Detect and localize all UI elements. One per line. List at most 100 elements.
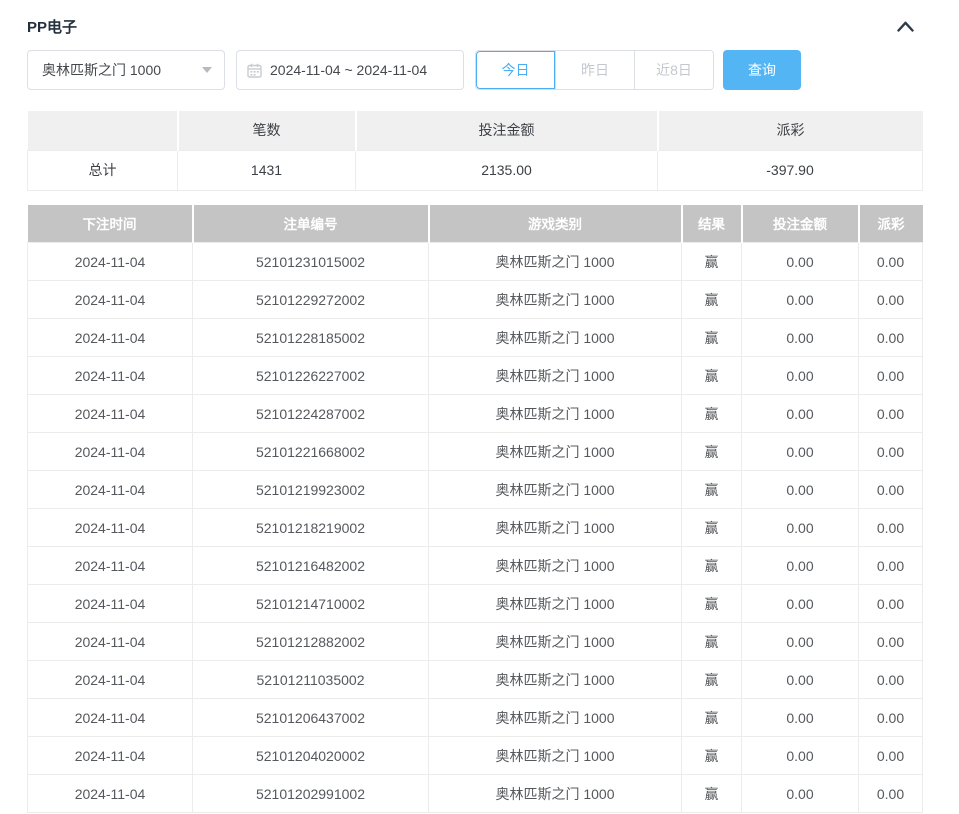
table-row: 2024-11-0452101211035002奥林匹斯之门 1000赢0.00… [28,661,923,699]
table-cell: 赢 [682,623,742,661]
table-cell: 赢 [682,775,742,813]
table-row: 2024-11-0452101206437002奥林匹斯之门 1000赢 0.00… [28,699,923,737]
table-cell: 奥林匹斯之门 1000 [429,623,682,661]
table-cell: 奥林匹斯之门 1000 [429,699,682,737]
table-cell: 0.00 [859,699,923,737]
table-cell: 奥林匹斯之门 1000 [429,585,682,623]
table-cell: 0.00 [742,281,859,319]
quick-button-today[interactable]: 今日 [476,51,555,89]
table-cell: 赢 [682,699,742,737]
table-cell: 赢 [682,737,742,775]
table-cell: 0.00 [742,433,859,471]
summary-total-label: 总计 [28,150,178,190]
table-cell: 0.00 [742,775,859,813]
table-cell: 奥林匹斯之门 1000 [429,509,682,547]
table-cell: 奥林匹斯之门 1000 [429,547,682,585]
table-cell: 0.00 [859,509,923,547]
table-cell: 52101216482002 [193,547,429,585]
summary-total-count: 1431 [178,150,356,190]
table-cell: 0.00 [742,357,859,395]
table-cell: 赢 [682,281,742,319]
date-range-value: 2024-11-04 ~ 2024-11-04 [270,62,427,78]
table-cell: 2024-11-04 [28,623,193,661]
date-range-picker[interactable]: 2024-11-04 ~ 2024-11-04 [236,50,464,90]
table-cell: 2024-11-04 [28,661,193,699]
table-cell: 赢 [682,509,742,547]
table-cell: 奥林匹斯之门 1000 [429,433,682,471]
col-header-result: 结果 [682,205,742,243]
table-cell: 2024-11-04 [28,547,193,585]
table-cell: 0.00 [742,585,859,623]
game-select[interactable]: 奥林匹斯之门 1000 [27,50,225,90]
table-cell: 52101221668002 [193,433,429,471]
table-cell: 52101218219002 [193,509,429,547]
table-cell: 奥林匹斯之门 1000 [429,661,682,699]
table-cell: 2024-11-04 [28,585,193,623]
table-body: 2024-11-0452101231015002奥林匹斯之门 1000赢0.00… [28,243,923,813]
summary-header-empty [28,111,178,150]
table-cell: 0.00 [859,775,923,813]
quick-date-button-group: 今日 昨日 近8日 [475,50,714,90]
table-cell: 52101211035002 [193,661,429,699]
col-header-game-type: 游戏类别 [429,205,682,243]
table-cell: 2024-11-04 [28,243,193,281]
table-cell: 0.00 [859,281,923,319]
table-cell: 赢 [682,319,742,357]
summary-header-count: 笔数 [178,111,356,150]
chevron-down-icon [202,67,212,73]
table-cell: 0.00 [859,357,923,395]
summary-header-row: 笔数 投注金额 派彩 [28,111,923,150]
table-cell: 0.00 [742,623,859,661]
summary-table: 笔数 投注金额 派彩 总计 1431 2135.00 -397.90 [27,111,923,191]
table-cell: 2024-11-04 [28,281,193,319]
col-header-bet-id: 注单编号 [193,205,429,243]
page-title: PP电子 [27,16,77,37]
table-row: 2024-11-0452101216482002奥林匹斯之门 1000赢0.00… [28,547,923,585]
table-cell: 0.00 [742,509,859,547]
table-cell: 赢 [682,357,742,395]
collapse-button[interactable] [897,21,914,32]
table-cell: 奥林匹斯之门 1000 [429,319,682,357]
table-cell: 2024-11-04 [28,509,193,547]
quick-button-last8days[interactable]: 近8日 [634,51,713,89]
table-cell: 2024-11-04 [28,471,193,509]
table-cell: 52101229272002 [193,281,429,319]
table-cell: 52101206437002 [193,699,429,737]
table-row: 2024-11-0452101231015002奥林匹斯之门 1000赢0.00… [28,243,923,281]
table-cell: 奥林匹斯之门 1000 [429,737,682,775]
summary-total-bet-amount: 2135.00 [356,150,658,190]
table-cell: 0.00 [742,661,859,699]
panel-header: PP电子 [27,0,922,40]
table-cell: 奥林匹斯之门 1000 [429,281,682,319]
table-cell: 2024-11-04 [28,699,193,737]
quick-button-yesterday[interactable]: 昨日 [555,51,634,89]
summary-header-payout: 派彩 [658,111,923,150]
filter-bar: 奥林匹斯之门 1000 2024-11-04 ~ 2024-11-04 [27,50,922,90]
table-cell: 2024-11-04 [28,357,193,395]
table-cell: 0.00 [859,737,923,775]
table-cell: 2024-11-04 [28,395,193,433]
table-cell: 0.00 [742,471,859,509]
search-button[interactable]: 查询 [723,50,801,90]
chevron-up-icon [897,21,914,32]
table-cell: 0.00 [742,737,859,775]
table-cell: 0.00 [742,547,859,585]
table-row: 2024-11-0452101204020002奥林匹斯之门 1000赢0.00… [28,737,923,775]
table-cell: 0.00 [859,243,923,281]
table-row: 2024-11-0452101229272002奥林匹斯之门 1000赢0.00… [28,281,923,319]
table-row: 2024-11-0452101226227002奥林匹斯之门 1000赢0.00… [28,357,923,395]
table-cell: 0.00 [742,395,859,433]
table-cell: 0.00 [859,319,923,357]
table-cell: 赢 [682,471,742,509]
table-cell: 0.00 [859,471,923,509]
table-cell: 52101226227002 [193,357,429,395]
table-cell: 0.00 [742,243,859,281]
table-cell: 0.00 [859,661,923,699]
table-cell: 赢 [682,243,742,281]
table-row: 2024-11-0452101228185002奥林匹斯之门 1000赢0.00… [28,319,923,357]
col-header-bet-time: 下注时间 [28,205,193,243]
table-cell: 奥林匹斯之门 1000 [429,243,682,281]
col-header-payout: 派彩 [859,205,923,243]
table-row: 2024-11-0452101219923002奥林匹斯之门 1000赢0.00… [28,471,923,509]
summary-total-row: 总计 1431 2135.00 -397.90 [28,150,923,190]
